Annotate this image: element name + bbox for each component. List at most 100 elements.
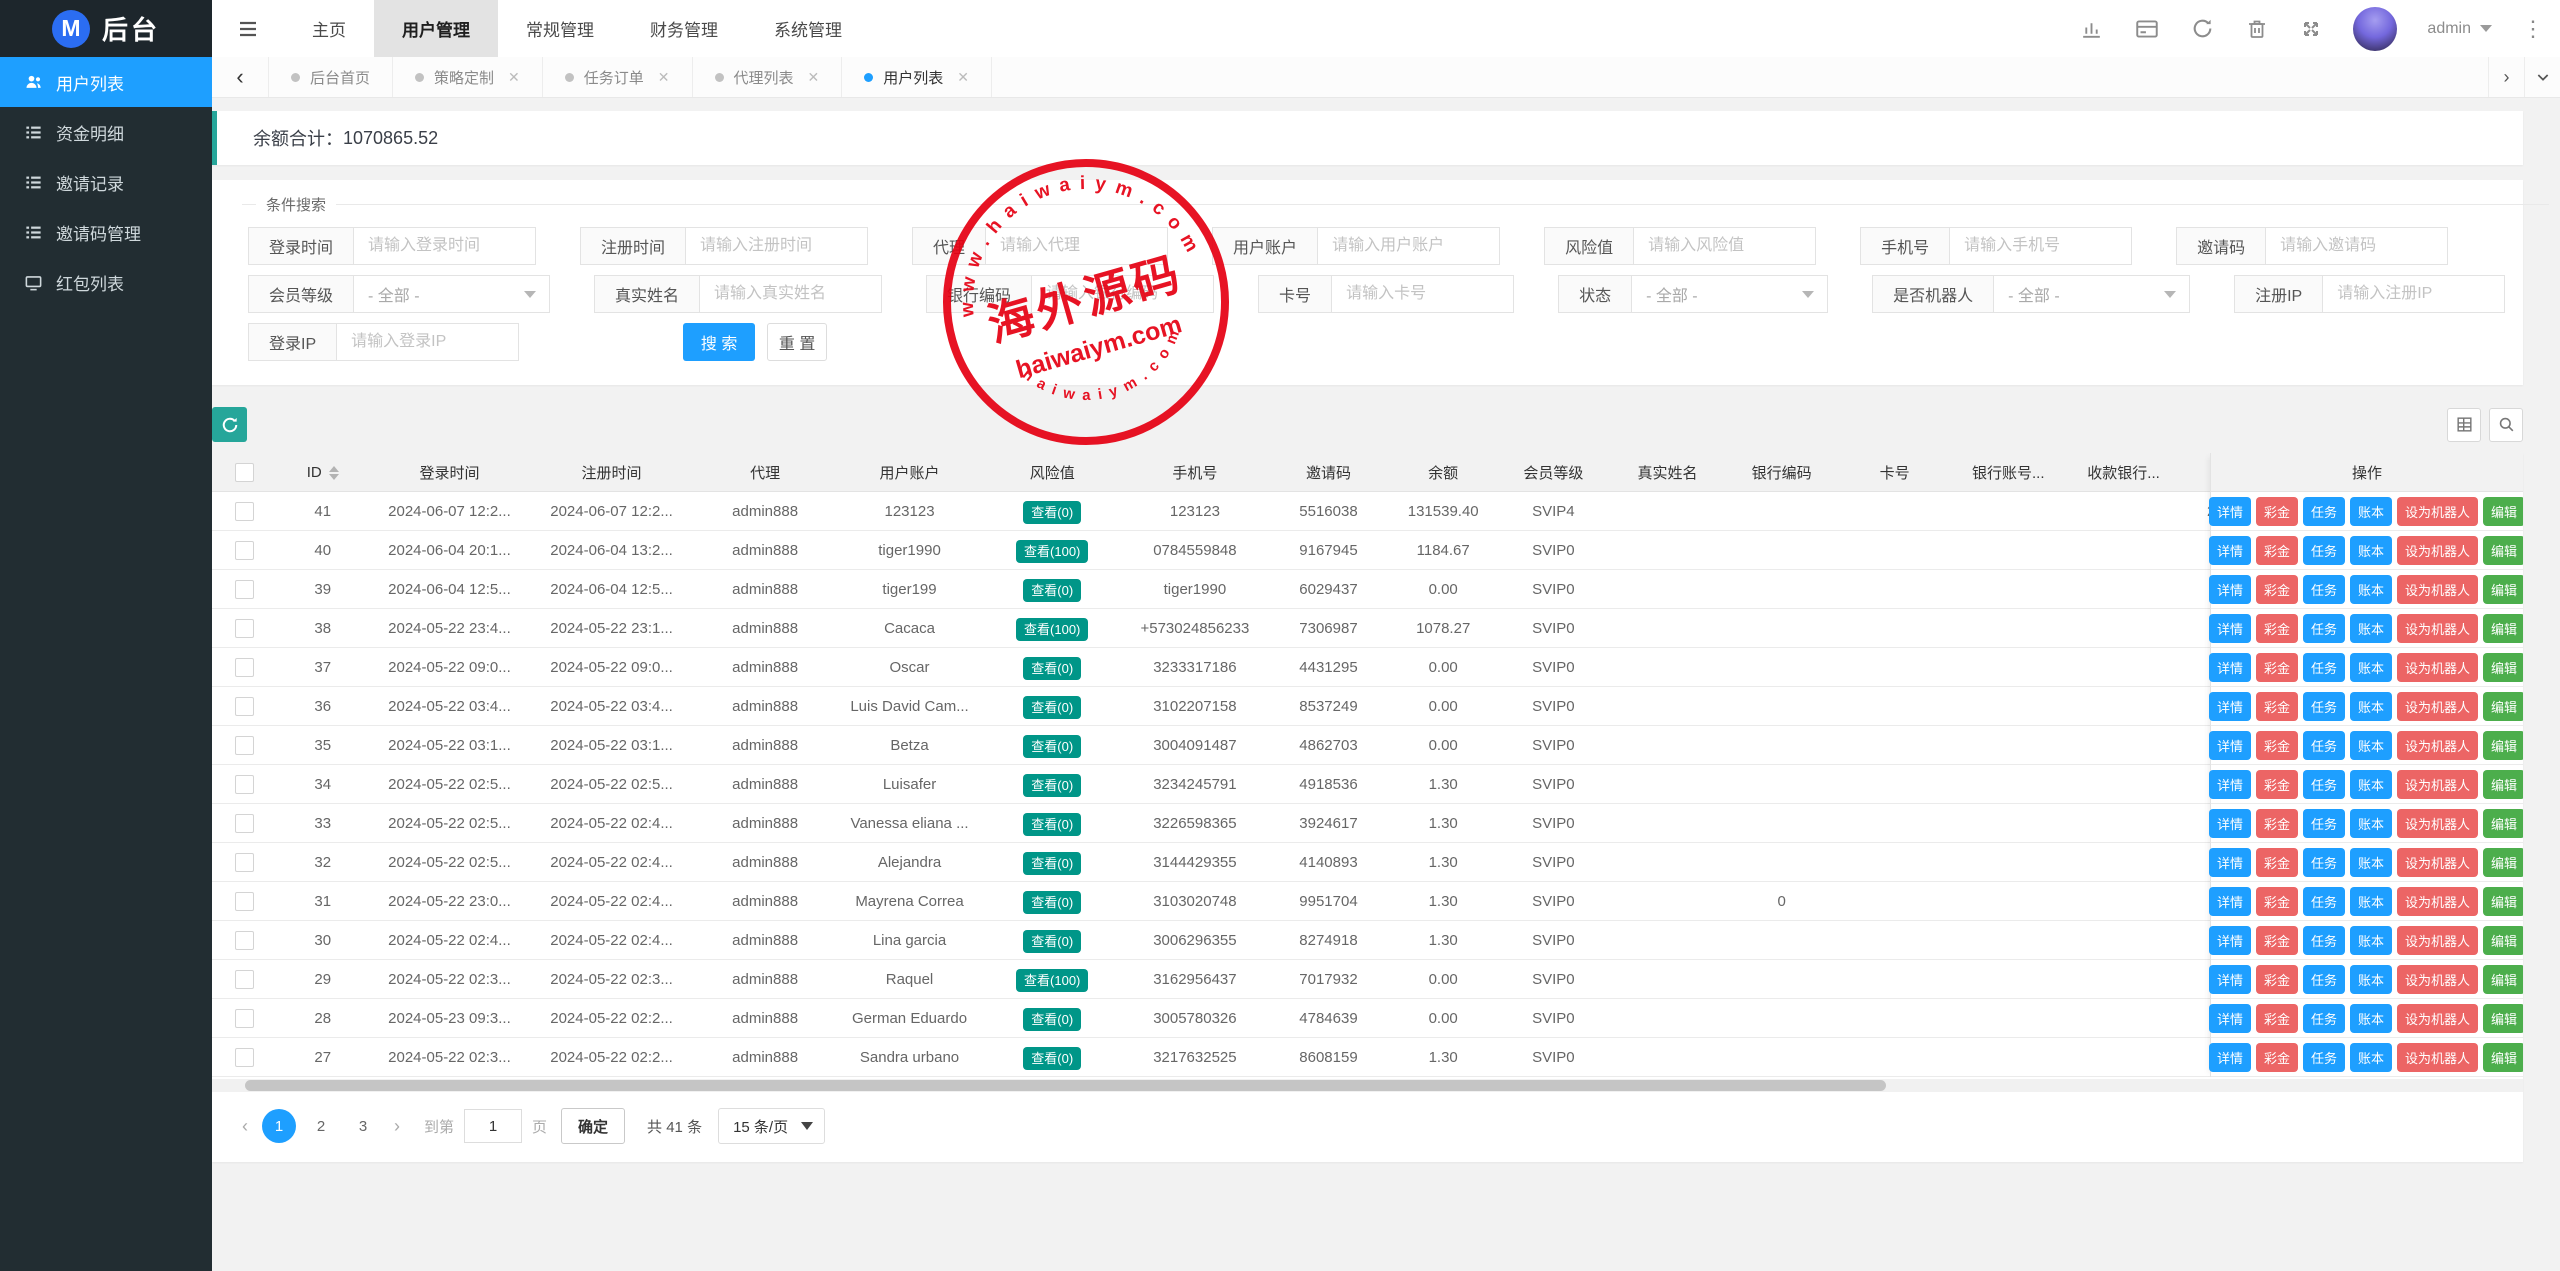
detail-button[interactable]: 详情 <box>2209 1004 2251 1033</box>
edit-button[interactable]: 编辑 <box>2483 1004 2523 1033</box>
ledger-button[interactable]: 账本 <box>2350 926 2392 955</box>
risk-view-badge[interactable]: 查看(0) <box>1023 852 1081 875</box>
set-robot-button[interactable]: 设为机器人 <box>2397 965 2478 994</box>
field-user-account-input[interactable] <box>1318 227 1500 265</box>
ledger-button[interactable]: 账本 <box>2350 1004 2392 1033</box>
set-robot-button[interactable]: 设为机器人 <box>2397 809 2478 838</box>
sidebar-item-invite-records[interactable]: 邀请记录 <box>0 157 212 207</box>
risk-view-badge[interactable]: 查看(0) <box>1023 579 1081 602</box>
edit-button[interactable]: 编辑 <box>2483 965 2523 994</box>
row-checkbox[interactable] <box>235 892 254 911</box>
kebab-menu-icon[interactable]: ⋮ <box>2522 18 2544 40</box>
field-member-level-select[interactable]: - 全部 - <box>354 275 550 313</box>
ledger-button[interactable]: 账本 <box>2350 1043 2392 1072</box>
row-checkbox[interactable] <box>235 931 254 950</box>
chart-icon[interactable] <box>2079 16 2104 41</box>
ledger-button[interactable]: 账本 <box>2350 653 2392 682</box>
row-checkbox[interactable] <box>235 970 254 989</box>
risk-view-badge[interactable]: 查看(0) <box>1023 774 1081 797</box>
detail-button[interactable]: 详情 <box>2209 731 2251 760</box>
search-button[interactable]: 搜 索 <box>683 323 755 361</box>
risk-view-badge[interactable]: 查看(0) <box>1023 696 1081 719</box>
bonus-button[interactable]: 彩金 <box>2256 536 2298 565</box>
risk-view-badge[interactable]: 查看(100) <box>1016 540 1088 563</box>
set-robot-button[interactable]: 设为机器人 <box>2397 575 2478 604</box>
set-robot-button[interactable]: 设为机器人 <box>2397 731 2478 760</box>
bonus-button[interactable]: 彩金 <box>2256 770 2298 799</box>
set-robot-button[interactable]: 设为机器人 <box>2397 926 2478 955</box>
field-login-time-input[interactable] <box>354 227 536 265</box>
field-agent-input[interactable] <box>986 227 1168 265</box>
tabs-menu-icon[interactable] <box>2524 57 2560 97</box>
risk-view-badge[interactable]: 查看(0) <box>1023 501 1081 524</box>
bonus-button[interactable]: 彩金 <box>2256 926 2298 955</box>
set-robot-button[interactable]: 设为机器人 <box>2397 770 2478 799</box>
field-login-ip-input[interactable] <box>337 323 519 361</box>
task-button[interactable]: 任务 <box>2303 614 2345 643</box>
ledger-button[interactable]: 账本 <box>2350 809 2392 838</box>
page-size-select[interactable]: 15 条/页 <box>718 1108 825 1144</box>
row-checkbox[interactable] <box>235 697 254 716</box>
edit-button[interactable]: 编辑 <box>2483 926 2523 955</box>
page-2[interactable]: 2 <box>304 1109 338 1143</box>
search-toggle-icon[interactable] <box>2489 408 2523 442</box>
sort-icons[interactable] <box>329 466 339 480</box>
set-robot-button[interactable]: 设为机器人 <box>2397 887 2478 916</box>
sidebar-item-redpacket-list[interactable]: 红包列表 <box>0 257 212 307</box>
nav-item-user-manage[interactable]: 用户管理 <box>374 0 498 57</box>
close-icon[interactable]: ✕ <box>957 69 969 86</box>
tabs-scroll-left-icon[interactable]: ‹ <box>212 57 269 97</box>
avatar[interactable] <box>2353 7 2397 51</box>
row-checkbox[interactable] <box>235 736 254 755</box>
tab-strategy[interactable]: 策略定制✕ <box>393 57 543 97</box>
task-button[interactable]: 任务 <box>2303 731 2345 760</box>
tab-admin-home[interactable]: 后台首页 <box>269 57 393 97</box>
bonus-button[interactable]: 彩金 <box>2256 965 2298 994</box>
task-button[interactable]: 任务 <box>2303 1043 2345 1072</box>
edit-button[interactable]: 编辑 <box>2483 887 2523 916</box>
confirm-page-button[interactable]: 确定 <box>561 1108 625 1144</box>
bonus-button[interactable]: 彩金 <box>2256 1043 2298 1072</box>
set-robot-button[interactable]: 设为机器人 <box>2397 1043 2478 1072</box>
fullscreen-icon[interactable] <box>2299 17 2323 41</box>
set-robot-button[interactable]: 设为机器人 <box>2397 692 2478 721</box>
tab-user-list[interactable]: 用户列表✕ <box>842 57 992 97</box>
task-button[interactable]: 任务 <box>2303 653 2345 682</box>
nav-item-general-manage[interactable]: 常规管理 <box>498 0 622 57</box>
refresh-table-button[interactable] <box>212 407 247 442</box>
refresh-icon[interactable] <box>2190 16 2215 41</box>
detail-button[interactable]: 详情 <box>2209 926 2251 955</box>
col-header[interactable]: ID <box>277 453 368 492</box>
detail-button[interactable]: 详情 <box>2209 536 2251 565</box>
task-button[interactable]: 任务 <box>2303 770 2345 799</box>
page-3[interactable]: 3 <box>346 1109 380 1143</box>
risk-view-badge[interactable]: 查看(0) <box>1023 891 1081 914</box>
page-jump-input[interactable] <box>464 1109 522 1143</box>
row-checkbox[interactable] <box>235 580 254 599</box>
row-checkbox[interactable] <box>235 658 254 677</box>
field-phone-input[interactable] <box>1950 227 2132 265</box>
nav-item-system-manage[interactable]: 系统管理 <box>746 0 870 57</box>
field-register-time-input[interactable] <box>686 227 868 265</box>
prev-page-icon[interactable]: ‹ <box>232 1116 258 1137</box>
select-all-checkbox[interactable] <box>235 463 254 482</box>
task-button[interactable]: 任务 <box>2303 809 2345 838</box>
set-robot-button[interactable]: 设为机器人 <box>2397 848 2478 877</box>
page-1[interactable]: 1 <box>262 1109 296 1143</box>
detail-button[interactable]: 详情 <box>2209 497 2251 526</box>
field-card-no-input[interactable] <box>1332 275 1514 313</box>
row-checkbox[interactable] <box>235 814 254 833</box>
ledger-button[interactable]: 账本 <box>2350 692 2392 721</box>
row-checkbox[interactable] <box>235 541 254 560</box>
edit-button[interactable]: 编辑 <box>2483 770 2523 799</box>
set-robot-button[interactable]: 设为机器人 <box>2397 1004 2478 1033</box>
edit-button[interactable]: 编辑 <box>2483 575 2523 604</box>
nav-item-home[interactable]: 主页 <box>284 0 374 57</box>
risk-view-badge[interactable]: 查看(0) <box>1023 930 1081 953</box>
ledger-button[interactable]: 账本 <box>2350 536 2392 565</box>
bonus-button[interactable]: 彩金 <box>2256 497 2298 526</box>
nav-item-finance-manage[interactable]: 财务管理 <box>622 0 746 57</box>
trash-icon[interactable] <box>2245 17 2269 41</box>
user-menu[interactable]: admin <box>2427 20 2492 38</box>
row-checkbox[interactable] <box>235 619 254 638</box>
